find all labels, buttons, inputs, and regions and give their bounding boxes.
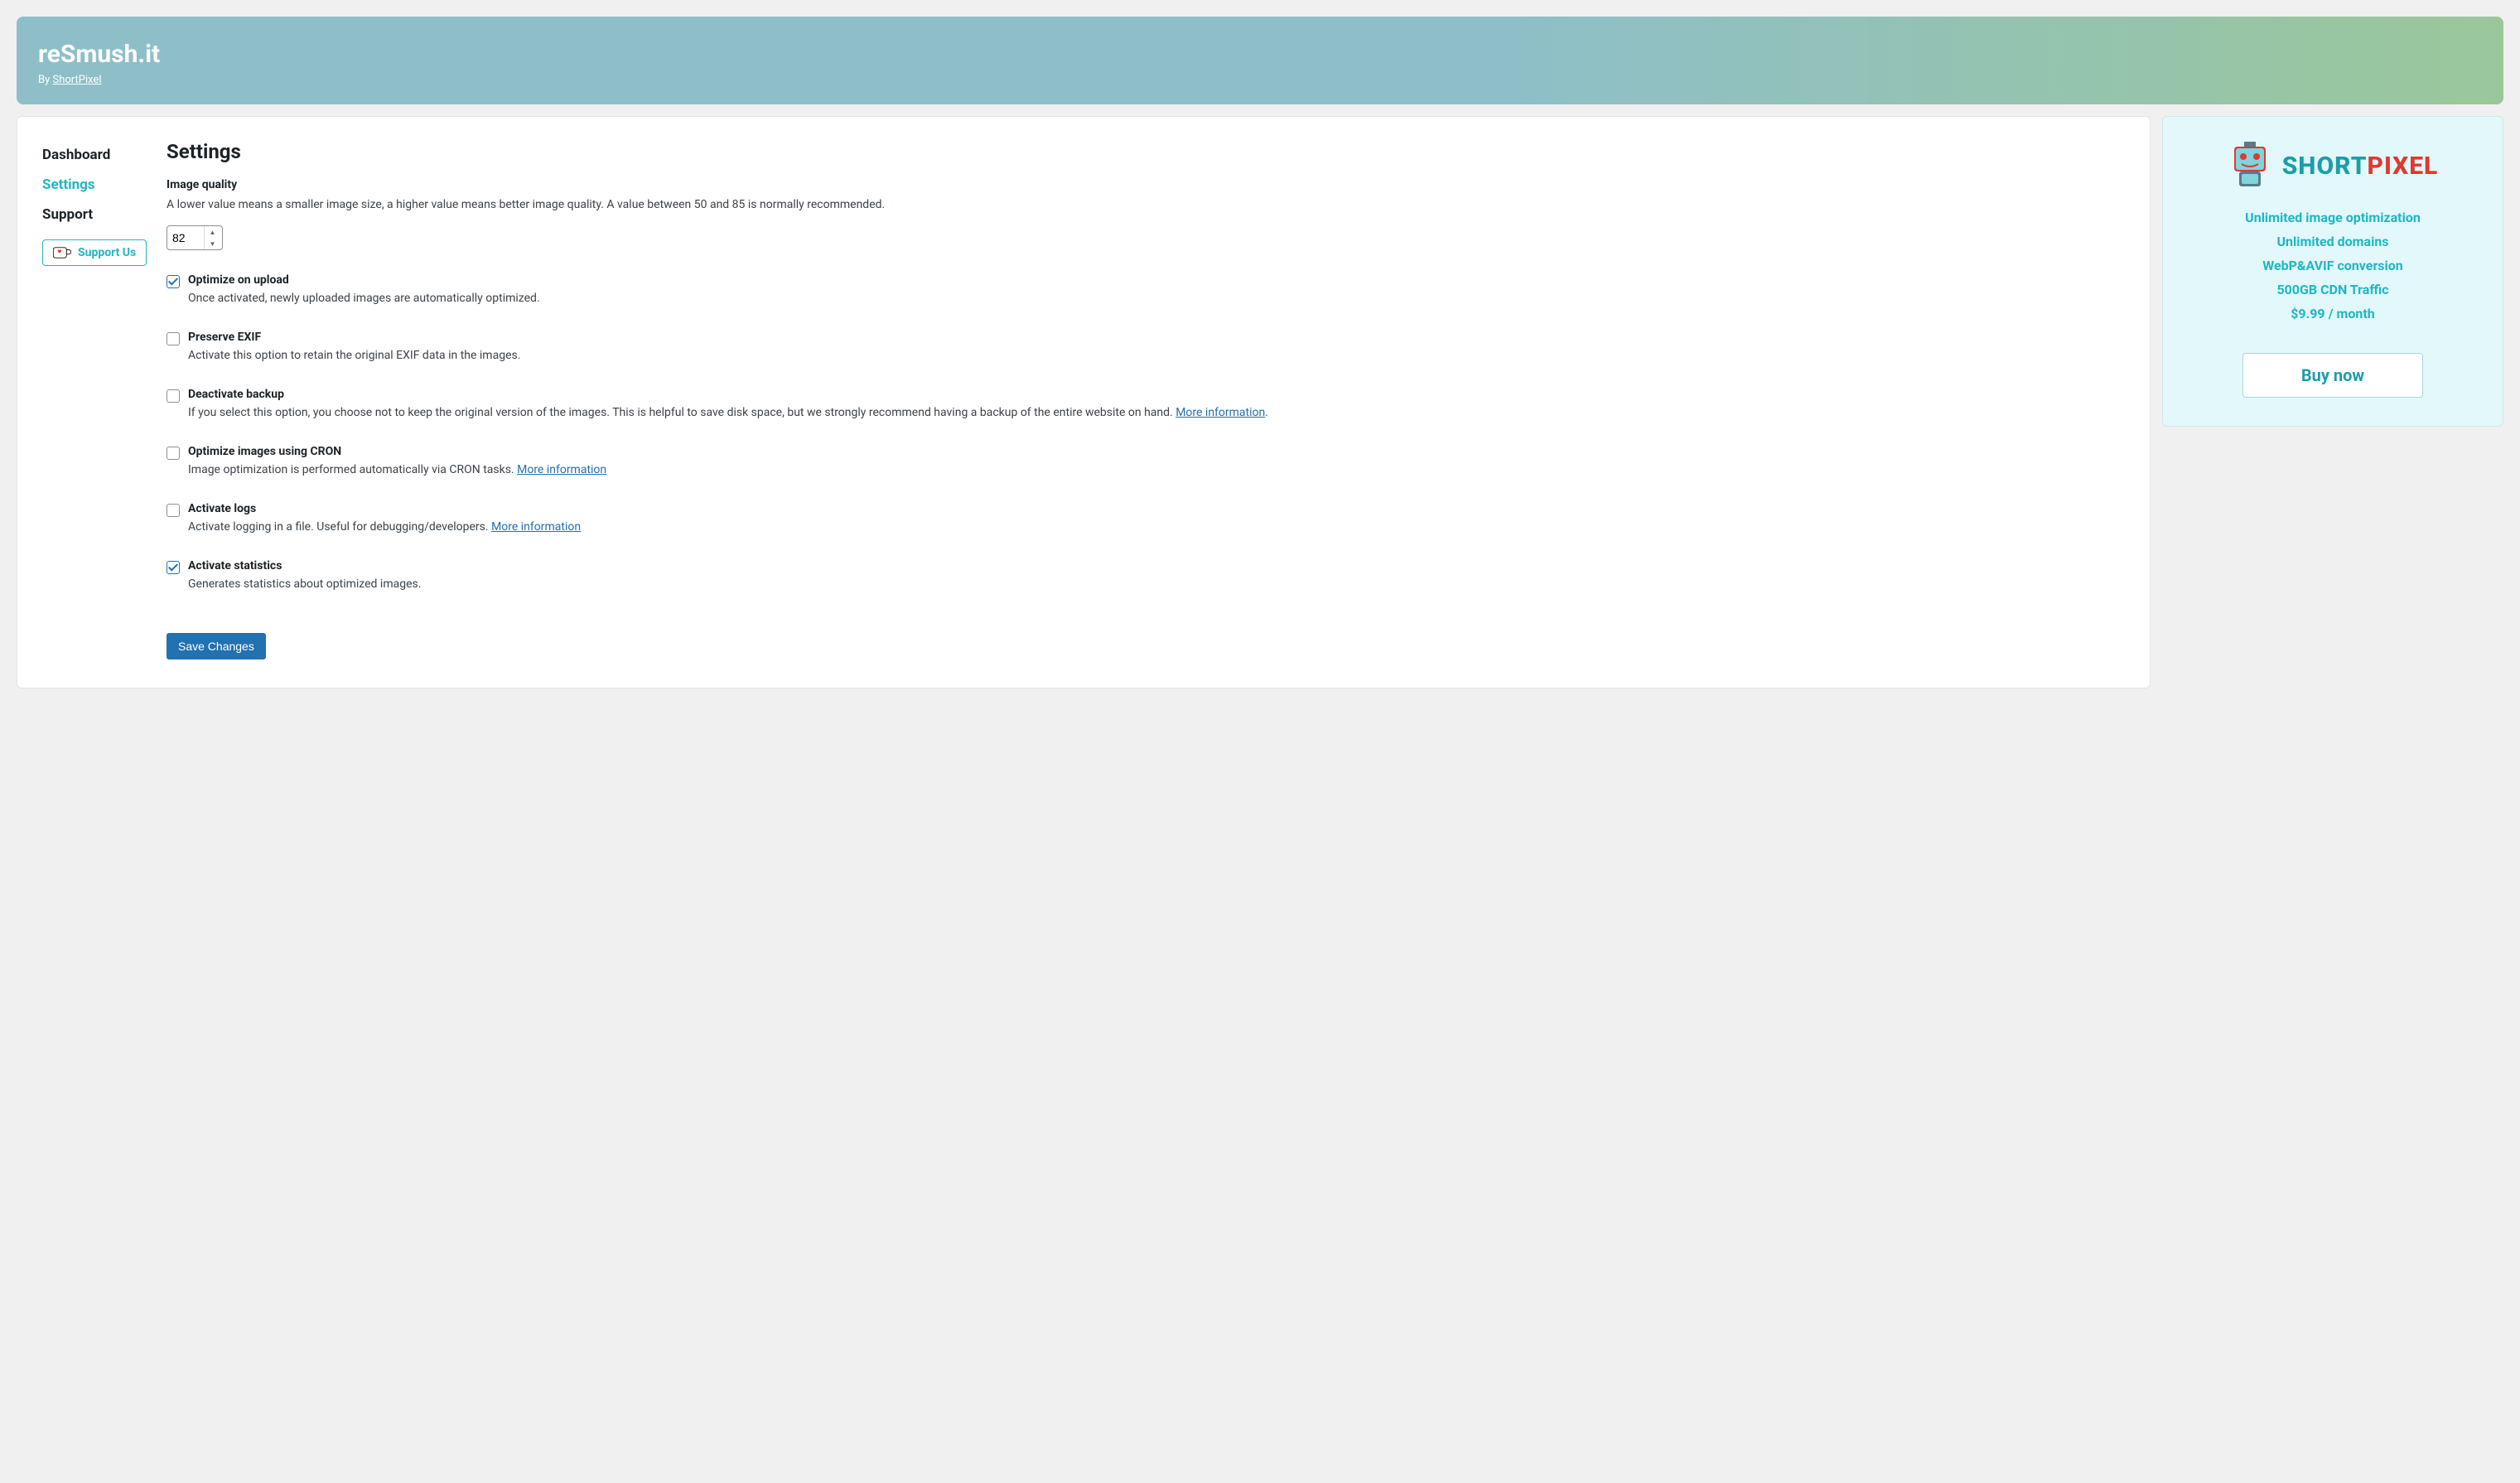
- support-us-label: Support Us: [78, 246, 136, 259]
- option-checkbox[interactable]: [167, 504, 180, 517]
- shortpixel-promo-card: SHORTPIXEL Unlimited image optimization U…: [2162, 116, 2503, 427]
- more-information-link[interactable]: More information: [517, 463, 606, 476]
- buy-now-button[interactable]: Buy now: [2242, 353, 2423, 398]
- nav-settings[interactable]: Settings: [42, 170, 167, 200]
- promo-feature: Unlimited domains: [2180, 234, 2486, 249]
- option-title: Preserve EXIF: [188, 331, 2125, 344]
- option-row: Optimize images using CRON Image optimiza…: [167, 445, 2125, 479]
- spinner-down-icon[interactable]: ▼: [205, 238, 220, 249]
- option-row: Preserve EXIF Activate this option to ret…: [167, 331, 2125, 365]
- support-us-button[interactable]: Support Us: [42, 239, 147, 266]
- page-title: Settings: [167, 140, 2125, 163]
- quality-spinner: ▲ ▼: [204, 226, 220, 249]
- settings-content: Settings Image quality A lower value mea…: [167, 140, 2125, 659]
- option-description: Activate logging in a file. Useful for d…: [188, 519, 2125, 536]
- option-title: Activate statistics: [188, 559, 2125, 572]
- spinner-up-icon[interactable]: ▲: [205, 226, 220, 238]
- promo-feature: Unlimited image optimization: [2180, 210, 2486, 225]
- option-description: Once activated, newly uploaded images ar…: [188, 290, 2125, 307]
- kofi-icon: [53, 246, 71, 259]
- image-quality-input-wrap: ▲ ▼: [167, 225, 223, 250]
- option-text: Activate logs Activate logging in a file.…: [188, 502, 2125, 536]
- robot-icon: [2228, 142, 2272, 190]
- image-quality-input[interactable]: [167, 228, 204, 248]
- option-row: Activate logs Activate logging in a file.…: [167, 502, 2125, 536]
- option-checkbox[interactable]: [167, 447, 180, 460]
- option-checkbox[interactable]: [167, 389, 180, 403]
- byline-link[interactable]: ShortPixel: [52, 74, 101, 86]
- more-information-link[interactable]: More information: [1176, 406, 1265, 419]
- main-settings-card: Dashboard Settings Support Support Us Se: [17, 116, 2151, 688]
- option-title: Activate logs: [188, 502, 2125, 515]
- image-quality-label: Image quality: [167, 178, 2125, 191]
- plugin-title: reSmush.it: [38, 40, 2482, 69]
- option-description: Activate this option to retain the origi…: [188, 347, 2125, 365]
- option-text: Preserve EXIF Activate this option to ret…: [188, 331, 2125, 365]
- option-row: Deactivate backup If you select this opti…: [167, 388, 2125, 422]
- option-text: Deactivate backup If you select this opti…: [188, 388, 2125, 422]
- option-description: If you select this option, you choose no…: [188, 404, 2125, 422]
- option-checkbox[interactable]: [167, 561, 180, 574]
- plugin-byline: By ShortPixel: [38, 74, 2482, 86]
- promo-feature: 500GB CDN Traffic: [2180, 282, 2486, 297]
- nav-dashboard[interactable]: Dashboard: [42, 140, 167, 170]
- sidebar-nav: Dashboard Settings Support Support Us: [42, 140, 167, 659]
- more-information-link[interactable]: More information: [491, 520, 581, 534]
- option-checkbox[interactable]: [167, 332, 180, 345]
- option-description: Generates statistics about optimized ima…: [188, 576, 2125, 593]
- option-text: Optimize images using CRON Image optimiza…: [188, 445, 2125, 479]
- option-text: Activate statistics Generates statistics …: [188, 559, 2125, 593]
- shortpixel-logo: SHORTPIXEL: [2180, 142, 2486, 190]
- save-changes-button[interactable]: Save Changes: [167, 633, 266, 659]
- option-description: Image optimization is performed automati…: [188, 461, 2125, 479]
- promo-feature: $9.99 / month: [2180, 306, 2486, 321]
- option-text: Optimize on upload Once activated, newly …: [188, 273, 2125, 307]
- option-title: Deactivate backup: [188, 388, 2125, 401]
- option-title: Optimize images using CRON: [188, 445, 2125, 458]
- option-row: Optimize on upload Once activated, newly …: [167, 273, 2125, 307]
- image-quality-desc: A lower value means a smaller image size…: [167, 196, 2125, 214]
- promo-feature: WebP&AVIF conversion: [2180, 258, 2486, 273]
- nav-support[interactable]: Support: [42, 200, 167, 229]
- plugin-header-banner: reSmush.it By ShortPixel: [17, 17, 2503, 104]
- option-row: Activate statistics Generates statistics …: [167, 559, 2125, 593]
- option-title: Optimize on upload: [188, 273, 2125, 287]
- option-checkbox[interactable]: [167, 275, 180, 288]
- shortpixel-wordmark: SHORTPIXEL: [2282, 152, 2439, 181]
